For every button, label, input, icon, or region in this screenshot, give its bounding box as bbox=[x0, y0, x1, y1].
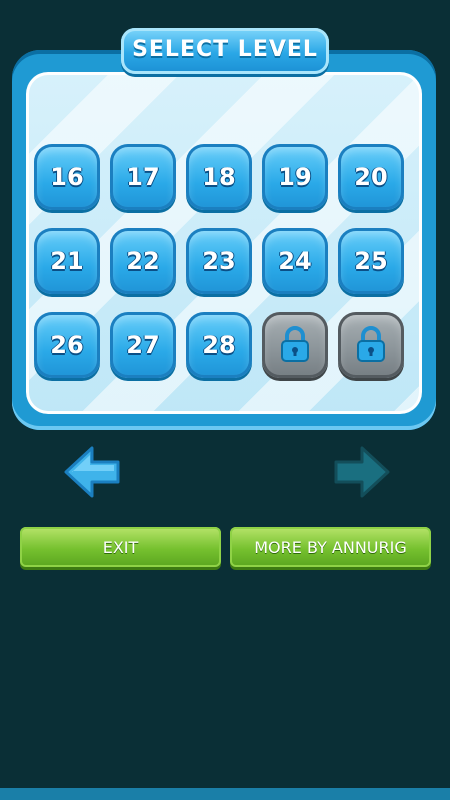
level-button-26[interactable]: 26 bbox=[34, 312, 100, 378]
locked-level-button[interactable] bbox=[262, 312, 328, 378]
level-number: 23 bbox=[202, 247, 236, 275]
level-button-19[interactable]: 19 bbox=[262, 144, 328, 210]
level-button-16[interactable]: 16 bbox=[34, 144, 100, 210]
level-number: 19 bbox=[278, 163, 312, 191]
level-button-18[interactable]: 18 bbox=[186, 144, 252, 210]
arrow-left-icon bbox=[64, 446, 120, 498]
more-button-label: MORE BY ANNURIG bbox=[254, 537, 407, 557]
level-button-23[interactable]: 23 bbox=[186, 228, 252, 294]
arrow-right-icon bbox=[334, 446, 390, 498]
level-number: 22 bbox=[126, 247, 160, 275]
level-button-22[interactable]: 22 bbox=[110, 228, 176, 294]
next-page-button[interactable] bbox=[332, 442, 392, 502]
level-number: 26 bbox=[50, 331, 84, 359]
level-number: 17 bbox=[126, 163, 160, 191]
level-number: 16 bbox=[50, 163, 84, 191]
level-number: 18 bbox=[202, 163, 236, 191]
level-number: 24 bbox=[278, 247, 312, 275]
prev-page-button[interactable] bbox=[62, 442, 122, 502]
level-button-17[interactable]: 17 bbox=[110, 144, 176, 210]
level-number: 21 bbox=[50, 247, 84, 275]
level-number: 20 bbox=[354, 163, 388, 191]
lock-icon bbox=[357, 326, 385, 362]
exit-button-label: EXIT bbox=[102, 537, 139, 557]
level-button-25[interactable]: 25 bbox=[338, 228, 404, 294]
level-number: 27 bbox=[126, 331, 160, 359]
bottom-bar bbox=[0, 788, 450, 800]
exit-button[interactable]: EXIT bbox=[20, 527, 221, 567]
page-title: SELECT LEVEL bbox=[132, 37, 318, 62]
level-button-21[interactable]: 21 bbox=[34, 228, 100, 294]
locked-level-button[interactable] bbox=[338, 312, 404, 378]
level-number: 25 bbox=[354, 247, 388, 275]
level-button-27[interactable]: 27 bbox=[110, 312, 176, 378]
level-button-24[interactable]: 24 bbox=[262, 228, 328, 294]
level-number: 28 bbox=[202, 331, 236, 359]
level-button-20[interactable]: 20 bbox=[338, 144, 404, 210]
more-by-annurig-button[interactable]: MORE BY ANNURIG bbox=[230, 527, 431, 567]
level-button-28[interactable]: 28 bbox=[186, 312, 252, 378]
title-badge: SELECT LEVEL bbox=[121, 28, 329, 74]
lock-icon bbox=[281, 326, 309, 362]
